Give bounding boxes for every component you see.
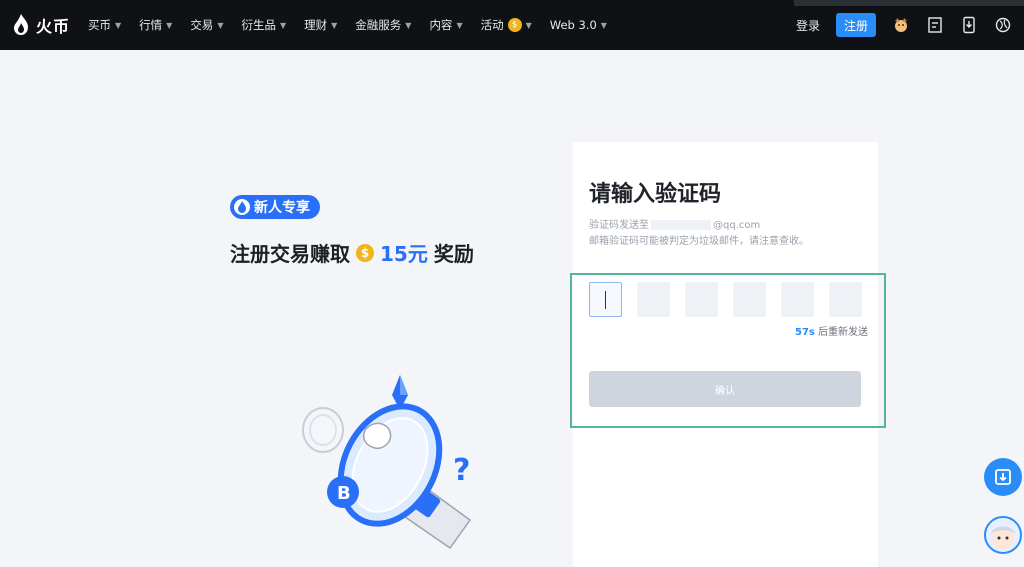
chevron-down-icon: ▼ bbox=[456, 20, 463, 30]
support-avatar[interactable] bbox=[984, 516, 1022, 554]
nav-earn[interactable]: 理财 ▼ bbox=[304, 17, 337, 33]
code-digit-input-1[interactable] bbox=[589, 282, 622, 317]
nav-label: 金融服务 bbox=[355, 18, 402, 32]
nav-label: 衍生品 bbox=[241, 18, 276, 32]
nav-activities[interactable]: 活动 $ ▼ bbox=[481, 17, 532, 33]
nav-content[interactable]: 内容 ▼ bbox=[429, 17, 462, 33]
email-domain: @qq.com bbox=[713, 220, 761, 231]
promo-amount: 15元 bbox=[380, 242, 428, 266]
chevron-down-icon: ▼ bbox=[166, 20, 173, 30]
nav-label: 行情 bbox=[139, 18, 163, 32]
coin-icon: $ bbox=[507, 18, 522, 32]
code-digit-input-4[interactable] bbox=[733, 282, 766, 317]
spam-notice: 邮箱验证码可能被判定为垃圾邮件，请注意查收。 bbox=[589, 236, 809, 247]
code-digit-input-5[interactable] bbox=[781, 282, 814, 317]
floating-download-button[interactable] bbox=[984, 458, 1022, 496]
resend-countdown: 57s 后重新发送 bbox=[795, 323, 868, 338]
megaphone-illustration: B ? bbox=[302, 375, 472, 550]
chevron-down-icon: ▼ bbox=[217, 20, 224, 30]
nav-web3[interactable]: Web 3.0 ▼ bbox=[550, 18, 607, 32]
chevron-down-icon: ▼ bbox=[600, 20, 607, 30]
top-right-actions: 登录 注册 bbox=[796, 0, 1012, 50]
mascot-icon[interactable] bbox=[892, 16, 910, 34]
main-nav: 买币 ▼ 行情 ▼ 交易 ▼ 衍生品 ▼ 理财 ▼ 金融服务 ▼ 内容 ▼ 活动 $ ▼ Web … bbox=[88, 0, 607, 50]
masked-email-part bbox=[651, 220, 711, 230]
verification-title: 请输入验证码 bbox=[589, 182, 722, 207]
chevron-down-icon: ▼ bbox=[279, 20, 287, 30]
badge-label: 新人专享 bbox=[254, 200, 310, 216]
promo-title-suffix: 奖励 bbox=[433, 242, 474, 266]
svg-text:?: ? bbox=[453, 453, 470, 488]
nav-label: 内容 bbox=[429, 18, 453, 32]
sent-to-prefix: 验证码发送至 bbox=[589, 220, 649, 231]
confirm-button[interactable]: 确认 bbox=[589, 371, 861, 407]
signup-button[interactable]: 注册 bbox=[836, 13, 876, 37]
resend-seconds: 57s bbox=[795, 327, 815, 338]
flame-icon bbox=[234, 199, 250, 215]
resend-text: 后重新发送 bbox=[818, 327, 869, 338]
brand-logo[interactable]: 火币 bbox=[12, 13, 70, 37]
order-list-icon[interactable] bbox=[926, 16, 944, 34]
new-user-badge: 新人专享 bbox=[230, 195, 320, 219]
coin-icon: $ bbox=[356, 243, 374, 262]
chevron-down-icon: ▼ bbox=[115, 20, 122, 30]
sent-to-text: 验证码发送至 @qq.com bbox=[589, 216, 760, 231]
code-digit-input-6[interactable] bbox=[829, 282, 862, 317]
nav-label: 买币 bbox=[88, 18, 111, 32]
chevron-down-icon: ▼ bbox=[525, 20, 532, 30]
nav-label: 交易 bbox=[190, 18, 214, 32]
language-globe-icon[interactable] bbox=[994, 16, 1012, 34]
download-icon bbox=[995, 469, 1011, 485]
nav-derivatives[interactable]: 衍生品 ▼ bbox=[241, 17, 286, 33]
app-download-icon[interactable] bbox=[960, 16, 978, 34]
nav-buy-crypto[interactable]: 买币 ▼ bbox=[88, 17, 121, 33]
verification-code-inputs bbox=[589, 282, 862, 317]
huobi-flame-icon bbox=[14, 14, 28, 35]
svg-text:B: B bbox=[337, 483, 351, 504]
chevron-down-icon: ▼ bbox=[331, 20, 338, 30]
top-navigation-bar: 火币 买币 ▼ 行情 ▼ 交易 ▼ 衍生品 ▼ 理财 ▼ 金融服务 ▼ 内容 ▼ 活动 $ ▼ W… bbox=[0, 0, 1024, 50]
brand-name: 火币 bbox=[36, 17, 71, 36]
nav-financial-services[interactable]: 金融服务 ▼ bbox=[355, 17, 411, 33]
code-digit-input-3[interactable] bbox=[685, 282, 718, 317]
text-cursor bbox=[605, 290, 606, 309]
chevron-down-icon: ▼ bbox=[405, 20, 412, 30]
promo-title-prefix: 注册交易赚取 bbox=[230, 242, 350, 266]
nav-label: Web 3.0 bbox=[549, 18, 597, 32]
nav-label: 活动 bbox=[480, 18, 504, 32]
nav-label: 理财 bbox=[304, 18, 328, 32]
nav-trade[interactable]: 交易 ▼ bbox=[190, 17, 223, 33]
nav-markets[interactable]: 行情 ▼ bbox=[139, 17, 172, 33]
login-link[interactable]: 登录 bbox=[796, 17, 820, 34]
code-digit-input-2[interactable] bbox=[637, 282, 670, 317]
promo-title: 注册交易赚取 $ 15元 奖励 bbox=[230, 238, 474, 267]
assistant-avatar-icon bbox=[991, 526, 1015, 549]
